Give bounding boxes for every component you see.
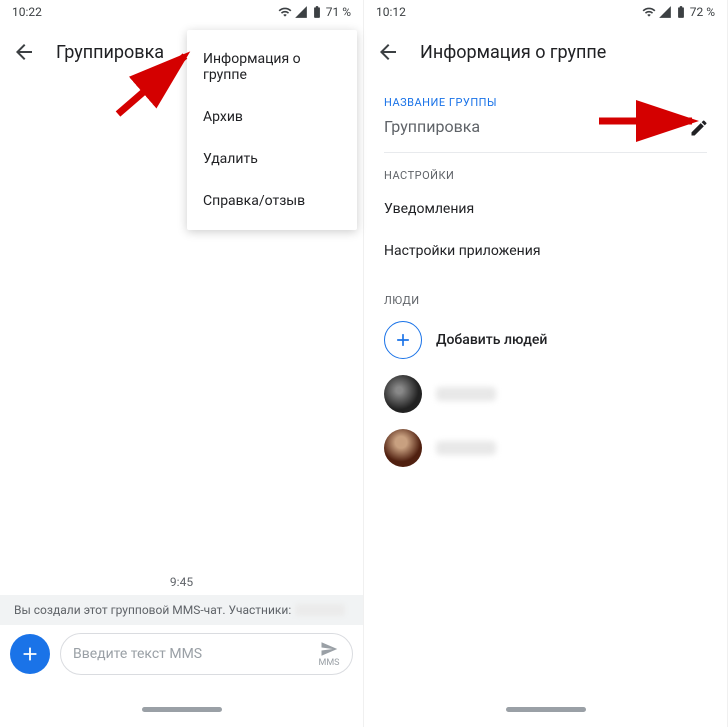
status-bar: 10:22 71 %: [0, 0, 363, 24]
menu-item-delete[interactable]: Удалить: [187, 138, 357, 180]
avatar: [384, 375, 422, 413]
attach-button[interactable]: [10, 634, 50, 674]
avatar: [384, 429, 422, 467]
status-bar: 10:12 72 %: [364, 0, 727, 24]
back-icon[interactable]: [376, 40, 400, 64]
status-time: 10:12: [376, 5, 406, 19]
status-icons: 71 %: [278, 5, 351, 19]
nav-pill[interactable]: [506, 707, 586, 712]
message-time: 9:45: [0, 569, 363, 595]
chat-bottom: 9:45 Вы создали этот групповой MMS-чат. …: [0, 569, 363, 683]
right-phone: 10:12 72 % Информация о группе НАЗВАНИЕ …: [364, 0, 728, 727]
nav-bar: [364, 691, 727, 727]
compose-placeholder: Введите текст MMS: [73, 646, 202, 662]
appbar-title: Информация о группе: [420, 42, 606, 63]
nav-pill[interactable]: [142, 707, 222, 712]
compose-row: Введите текст MMS MMS: [0, 625, 363, 683]
add-people-row[interactable]: Добавить людей: [364, 313, 727, 367]
status-time: 10:22: [12, 5, 42, 19]
section-group-name: НАЗВАНИЕ ГРУППЫ: [364, 80, 727, 115]
compose-input-pill[interactable]: Введите текст MMS MMS: [60, 633, 353, 675]
appbar: Информация о группе: [364, 24, 727, 80]
section-settings: НАСТРОЙКИ: [364, 153, 727, 188]
send-button[interactable]: MMS: [318, 640, 340, 668]
signal-icon: [294, 5, 308, 19]
edit-icon[interactable]: [689, 118, 709, 138]
blurred-name: [295, 604, 345, 616]
blurred-name: [436, 387, 496, 401]
group-name-value: Группировка: [364, 115, 500, 140]
wifi-icon: [278, 5, 292, 19]
system-message: Вы создали этот групповой MMS-чат. Участ…: [0, 595, 363, 625]
battery-percent: 72 %: [690, 5, 715, 19]
nav-bar: [0, 691, 363, 727]
add-people-label: Добавить людей: [436, 332, 547, 348]
wifi-icon: [642, 5, 656, 19]
battery-icon: [310, 5, 324, 19]
person-row[interactable]: [364, 421, 727, 475]
menu-popup: Информация о группе Архив Удалить Справк…: [187, 30, 357, 230]
send-label: MMS: [318, 658, 339, 668]
battery-icon: [674, 5, 688, 19]
menu-item-help[interactable]: Справка/отзыв: [187, 180, 357, 222]
battery-percent: 71 %: [326, 5, 351, 19]
blurred-name: [436, 441, 496, 455]
status-icons: 72 %: [642, 5, 715, 19]
left-phone: 10:22 71 % Группировка Информация о груп…: [0, 0, 364, 727]
section-people: ЛЮДИ: [364, 272, 727, 313]
group-name-row: Группировка: [364, 115, 727, 140]
person-row[interactable]: [364, 367, 727, 421]
setting-notifications[interactable]: Уведомления: [364, 188, 727, 230]
system-message-text: Вы создали этот групповой MMS-чат. Участ…: [14, 603, 291, 617]
back-icon[interactable]: [12, 40, 36, 64]
appbar-title: Группировка: [56, 42, 164, 63]
menu-item-info[interactable]: Информация о группе: [187, 38, 357, 96]
add-people-icon[interactable]: [384, 321, 422, 359]
signal-icon: [658, 5, 672, 19]
setting-app[interactable]: Настройки приложения: [364, 230, 727, 272]
menu-item-archive[interactable]: Архив: [187, 96, 357, 138]
